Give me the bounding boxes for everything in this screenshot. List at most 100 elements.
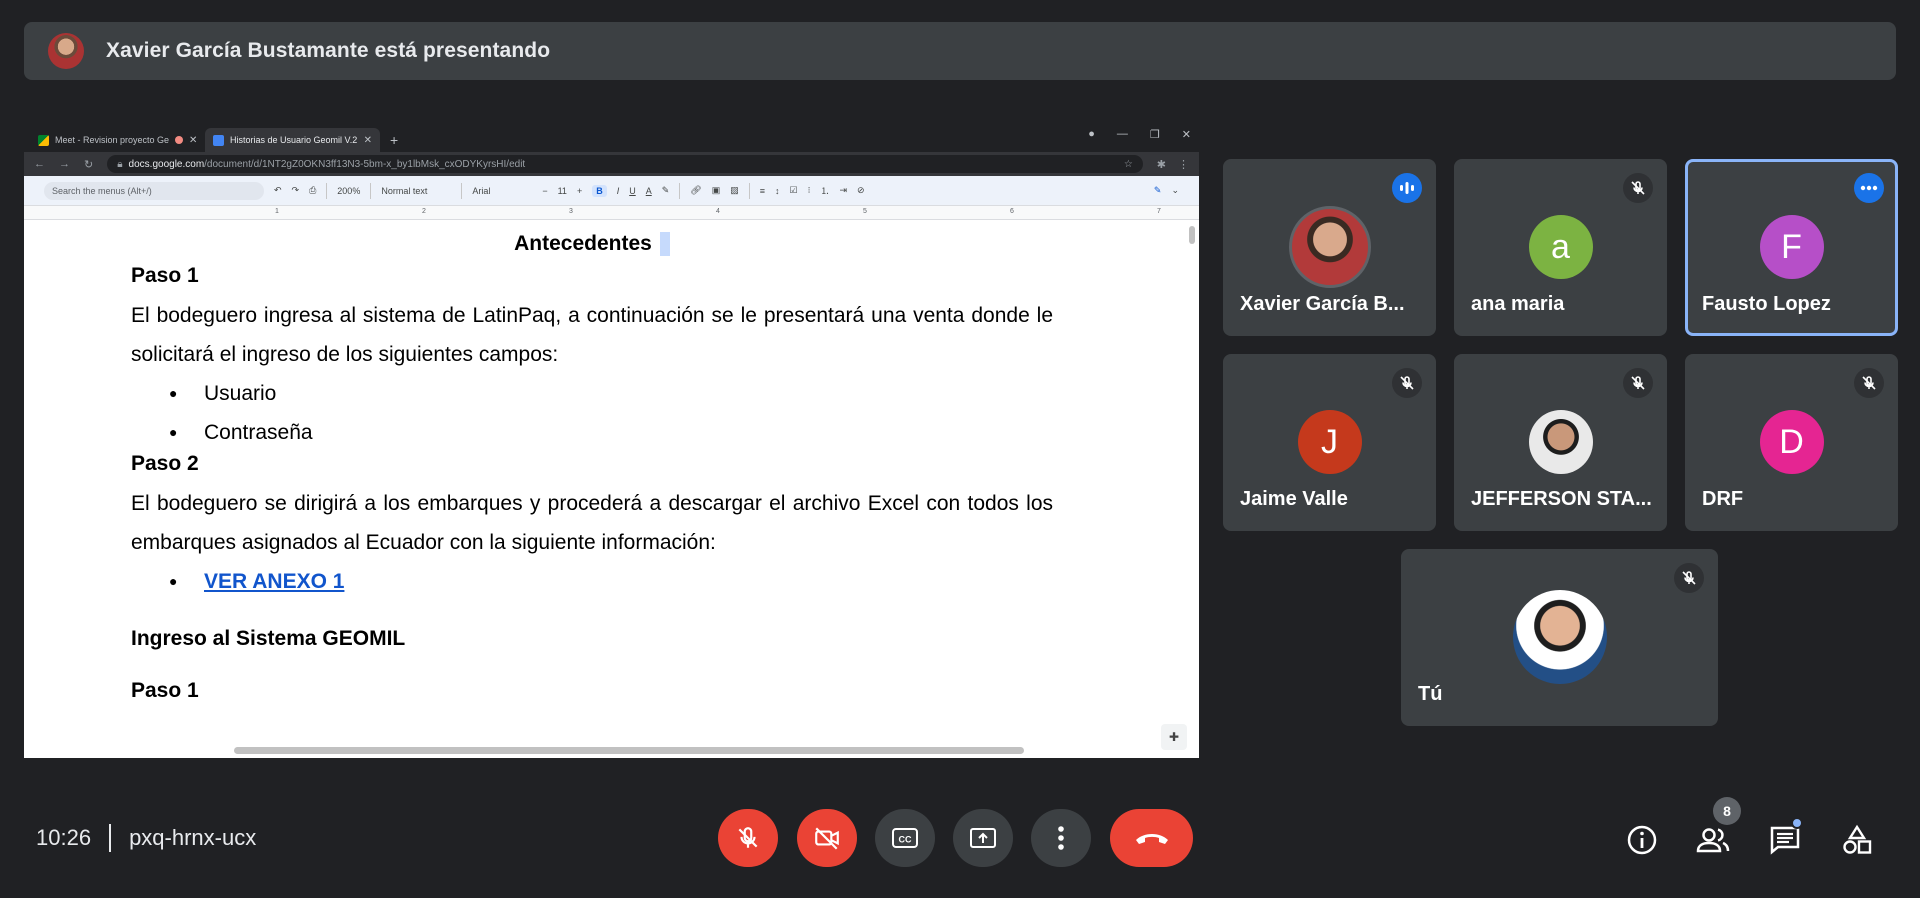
zoom-select[interactable]: 200% (337, 186, 360, 196)
font-size-input[interactable]: 11 (558, 186, 567, 196)
italic-icon[interactable]: I (617, 186, 620, 196)
mic-off-icon (1623, 173, 1653, 203)
participant-name: Xavier García B... (1240, 293, 1405, 315)
redo-icon[interactable]: ↷ (292, 185, 300, 196)
participant-name: Jaime Valle (1240, 488, 1348, 510)
address-bar-row: ← → ↻ 🔒︎ docs.google.com/document/d/1NT2… (24, 152, 1199, 176)
toolbar-divider (461, 182, 463, 199)
browser-menu-icon[interactable]: ⋮ (1178, 158, 1189, 171)
closed-captions-icon: CC (892, 828, 918, 848)
mic-toggle-button[interactable] (718, 809, 778, 867)
bookmark-star-icon[interactable]: ☆ (1124, 159, 1133, 170)
decrease-font-icon[interactable]: − (542, 186, 547, 196)
close-tab-icon[interactable]: ✕ (364, 135, 372, 146)
image-icon[interactable]: ▨ (730, 185, 739, 196)
tab-docs[interactable]: Historias de Usuario Geomil V.2 ✕ (205, 128, 380, 152)
participant-name: Fausto Lopez (1702, 293, 1831, 315)
ruler-tick: 4 (716, 208, 720, 215)
mic-off-icon (1854, 368, 1884, 398)
end-call-icon (1135, 834, 1168, 844)
avatar (1512, 590, 1607, 684)
forward-icon[interactable]: → (59, 158, 70, 170)
more-options-icon[interactable] (1854, 173, 1884, 203)
underline-icon[interactable]: U (629, 186, 636, 196)
unread-chat-dot (1791, 817, 1803, 829)
meeting-details-button[interactable] (1622, 820, 1662, 860)
present-button[interactable] (953, 809, 1013, 867)
bold-icon[interactable]: B (592, 184, 607, 197)
new-tab-icon[interactable]: + (390, 132, 398, 148)
comment-icon[interactable]: ▣ (712, 185, 721, 196)
activities-button[interactable] (1837, 820, 1877, 860)
people-button[interactable] (1693, 820, 1733, 860)
style-select[interactable]: Normal text (381, 186, 451, 196)
participant-tile[interactable]: Xavier García B... (1223, 159, 1436, 336)
camera-off-icon (815, 827, 839, 850)
end-call-button[interactable] (1110, 809, 1193, 867)
docs-favicon-icon (213, 134, 224, 146)
tab-label: Meet - Revision proyecto Ge (55, 135, 170, 145)
presenting-text: Xavier García Bustamante está presentand… (106, 39, 551, 62)
collapse-toolbar-icon[interactable]: ⌄ (1171, 185, 1179, 196)
url-field[interactable]: 🔒︎ docs.google.com/document/d/1NT2gZ0OKN… (107, 155, 1143, 173)
window-controls: ● — ❐ ✕ (1088, 128, 1191, 141)
captions-button[interactable]: CC (875, 809, 935, 867)
docs-toolbar: Search the menus (Alt+/) ↶ ↷ ⎙ 200% Norm… (24, 176, 1199, 206)
participant-tile-active[interactable]: F Fausto Lopez (1685, 159, 1898, 336)
close-window-icon[interactable]: ✕ (1182, 128, 1191, 141)
list-item: Usuario (131, 374, 1053, 413)
avatar: D (1759, 410, 1824, 474)
indent-icon[interactable]: ⇥ (839, 185, 847, 196)
step2-list: VER ANEXO 1 (131, 562, 1053, 601)
text-color-icon[interactable]: A (646, 186, 652, 196)
increase-font-icon[interactable]: + (577, 186, 582, 196)
info-icon (1627, 825, 1657, 855)
clock: 10:26 (36, 825, 92, 850)
meeting-info: 10:26 pxq-hrnx-ucx (36, 824, 256, 852)
participant-tile[interactable]: a ana maria (1454, 159, 1667, 336)
document-page[interactable]: Antecedentes Paso 1 El bodeguero ingresa… (24, 220, 1199, 758)
print-icon[interactable]: ⎙ (309, 185, 316, 196)
numbered-list-icon[interactable]: ⒈ (820, 184, 829, 197)
participant-tile[interactable]: D DRF (1685, 354, 1898, 531)
section-heading: Ingreso al Sistema GEOMIL (131, 627, 406, 650)
menu-search-input[interactable]: Search the menus (Alt+/) (44, 181, 264, 200)
vertical-scrollbar[interactable] (1189, 226, 1195, 244)
extensions-icon[interactable]: ✱ (1157, 158, 1166, 171)
align-icon[interactable]: ≡ (760, 186, 765, 196)
annex-link[interactable]: VER ANEXO 1 (204, 570, 344, 593)
font-select[interactable]: Arial (472, 186, 532, 196)
participant-tile[interactable]: JEFFERSON STA... (1454, 354, 1667, 531)
reload-icon[interactable]: ↻ (84, 158, 93, 171)
profile-icon[interactable]: ● (1088, 128, 1095, 141)
speaking-indicator-icon (1392, 173, 1422, 203)
add-comment-icon[interactable]: ✚ (1161, 724, 1187, 750)
editing-mode-icon[interactable]: ✎ (1154, 185, 1162, 196)
restore-icon[interactable]: ❐ (1150, 128, 1160, 141)
clear-formatting-icon[interactable]: ⊘ (857, 185, 865, 196)
more-options-button[interactable] (1031, 809, 1091, 867)
undo-icon[interactable]: ↶ (274, 185, 282, 196)
back-icon[interactable]: ← (34, 158, 45, 170)
close-tab-icon[interactable]: ✕ (189, 135, 197, 146)
tab-meet[interactable]: Meet - Revision proyecto Ge ✕ (30, 128, 205, 152)
people-icon (1696, 828, 1730, 853)
horizontal-scrollbar[interactable] (234, 747, 1024, 754)
checklist-icon[interactable]: ☑ (790, 185, 798, 196)
meet-favicon-icon (38, 134, 49, 146)
ruler-tick: 3 (569, 208, 573, 215)
meeting-code: pxq-hrnx-ucx (129, 825, 257, 850)
link-icon[interactable]: 🔗︎ (690, 185, 701, 196)
bullet-list-icon[interactable]: ⁝ (808, 185, 811, 196)
self-tile[interactable]: Tú (1401, 549, 1718, 726)
participant-tile[interactable]: J Jaime Valle (1223, 354, 1436, 531)
minimize-icon[interactable]: — (1117, 128, 1128, 141)
camera-toggle-button[interactable] (797, 809, 857, 867)
document-content: Antecedentes Paso 1 El bodeguero ingresa… (131, 220, 1053, 711)
presenting-banner: Xavier García Bustamante está presentand… (24, 22, 1896, 80)
mic-off-icon (1674, 563, 1704, 593)
line-spacing-icon[interactable]: ↕ (775, 186, 780, 196)
highlight-icon[interactable]: ✎ (662, 185, 670, 196)
mic-off-icon (1392, 368, 1422, 398)
mic-off-icon (738, 827, 758, 848)
